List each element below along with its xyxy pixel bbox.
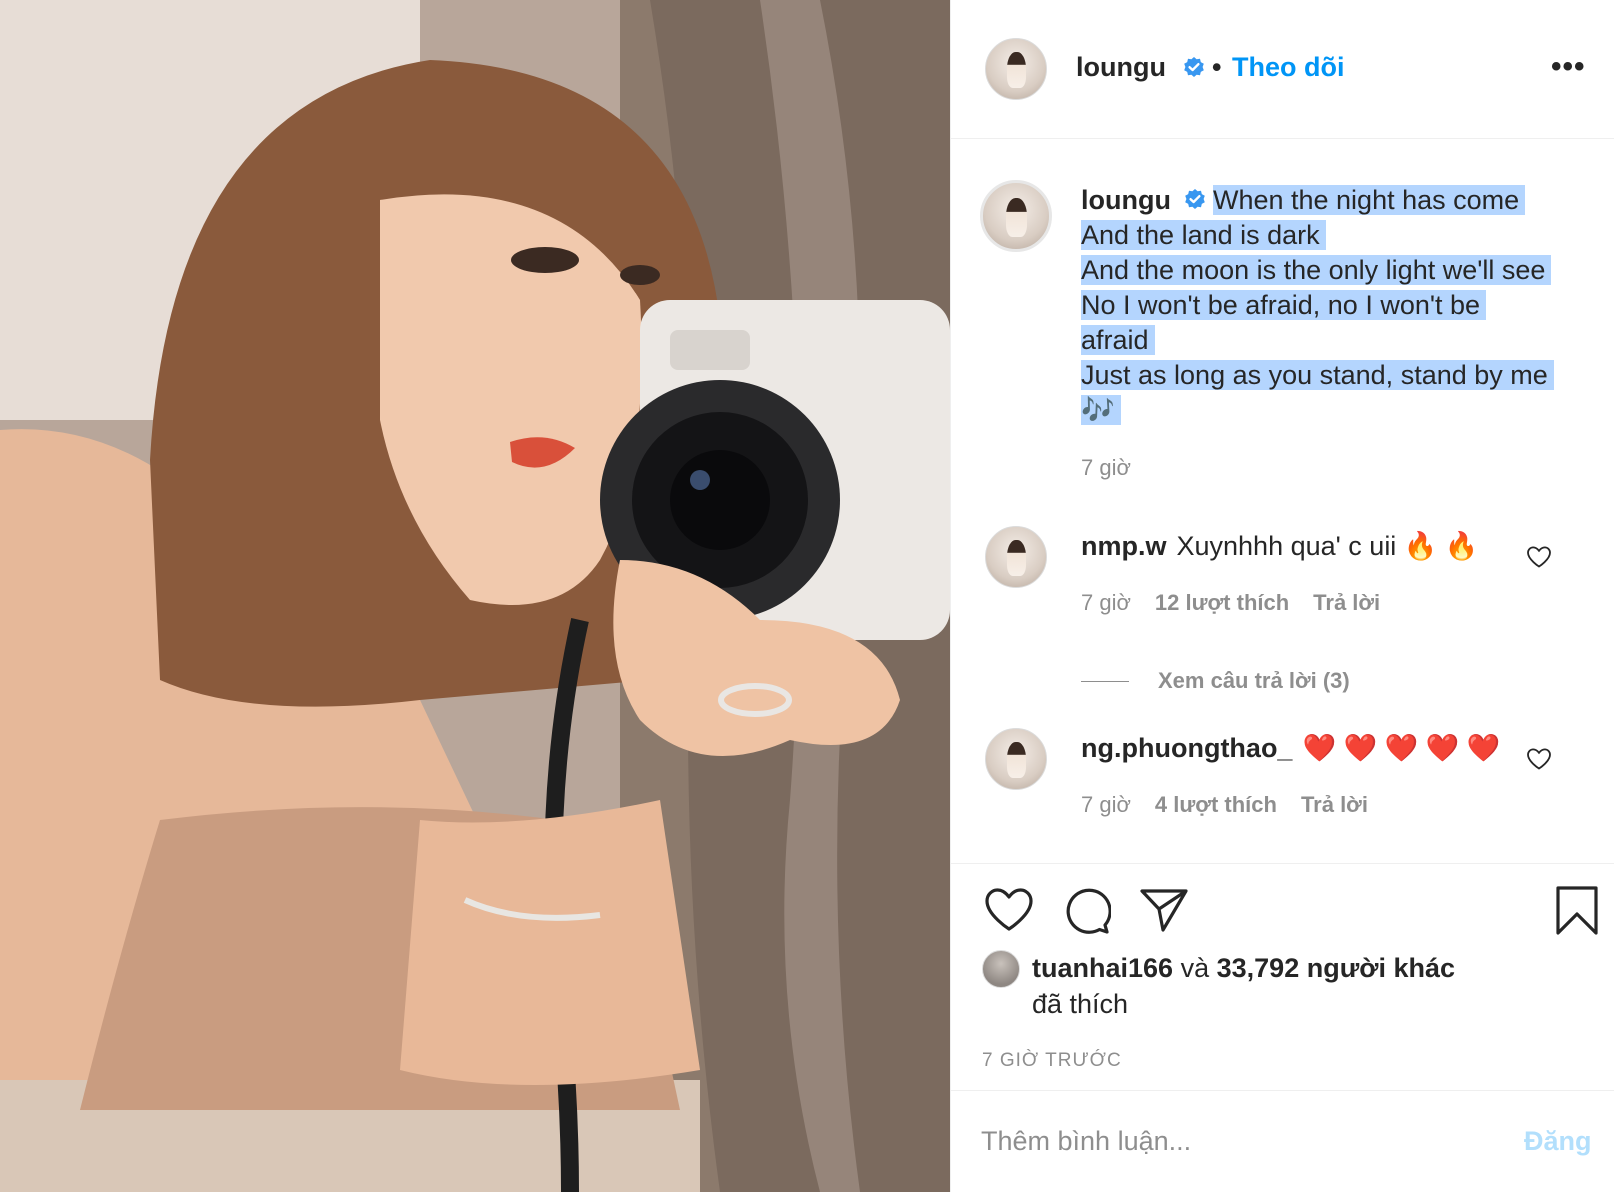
add-comment-input[interactable]: Thêm bình luận... (981, 1126, 1191, 1157)
caption-line: 🎶 (1081, 395, 1121, 425)
comment-reply-button[interactable]: Trả lời (1301, 792, 1368, 817)
comment-meta: 7 giờ 4 lượt thích Trả lời (1081, 792, 1368, 818)
post-photo[interactable] (0, 0, 950, 1192)
post-timestamp[interactable]: 7 GIỜ TRƯỚC (982, 1050, 1122, 1072)
share-icon[interactable] (1139, 887, 1189, 933)
post-comment-button[interactable]: Đăng (1524, 1126, 1592, 1157)
caption-line: And the moon is the only light we'll see (1081, 255, 1552, 285)
caption-line: No I won't be afraid, no I won't be (1081, 290, 1487, 320)
first-liker-username[interactable]: tuanhai166 (1032, 953, 1173, 983)
caption-author-avatar[interactable] (980, 180, 1052, 252)
liker-avatar[interactable] (982, 950, 1020, 988)
replies-divider (1081, 681, 1129, 682)
verified-badge-icon (1185, 189, 1205, 209)
post-photo-illustration (0, 0, 950, 1192)
comment-body: ❤️ ❤️ ❤️ ❤️ ❤️ (1302, 733, 1501, 763)
likes-summary: tuanhai166 và 33,792 người khác đã thích (1032, 950, 1572, 1022)
bookmark-icon[interactable] (1554, 885, 1600, 937)
add-comment-divider (951, 1090, 1614, 1091)
caption-username[interactable]: loungu (1081, 185, 1171, 215)
comment-avatar[interactable] (985, 728, 1047, 790)
view-replies-button[interactable]: Xem câu trả lời (3) (1158, 668, 1350, 694)
post-header: loungu • Theo dõi ••• (951, 0, 1614, 139)
caption-text: loungu When the night has come And the la… (1081, 183, 1596, 428)
actions-divider (951, 863, 1614, 864)
comment-like-heart-icon[interactable] (1526, 545, 1552, 569)
comment-icon[interactable] (1061, 885, 1111, 935)
comment-like-heart-icon[interactable] (1526, 747, 1552, 771)
caption-line: afraid (1081, 325, 1155, 355)
likes-suffix: đã thích (1032, 989, 1129, 1019)
comment-body: Xuynhhh qua' c uii 🔥 🔥 (1176, 531, 1479, 561)
caption-line: Just as long as you stand, stand by me (1081, 360, 1554, 390)
comment-time[interactable]: 7 giờ (1081, 792, 1131, 817)
comment-time[interactable]: 7 giờ (1081, 590, 1131, 615)
comment-username[interactable]: ng.phuongthao_ (1081, 733, 1292, 763)
caption-line: And the land is dark (1081, 220, 1326, 250)
verified-badge-icon (1184, 57, 1204, 77)
comment-text: nmp.w Xuynhhh qua' c uii 🔥 🔥 (1081, 530, 1479, 562)
post-side-panel: loungu • Theo dõi ••• loungu When the nig… (951, 0, 1614, 1192)
likes-others-count[interactable]: 33,792 người khác (1217, 953, 1455, 983)
comment-username[interactable]: nmp.w (1081, 531, 1167, 561)
heart-icon[interactable] (984, 887, 1034, 933)
comment-meta: 7 giờ 12 lượt thích Trả lời (1081, 590, 1380, 616)
follow-button[interactable]: Theo dõi (1232, 52, 1344, 83)
author-username[interactable]: loungu (1076, 52, 1166, 83)
author-avatar[interactable] (985, 38, 1047, 100)
comment-reply-button[interactable]: Trả lời (1313, 590, 1380, 615)
comment-avatar[interactable] (985, 526, 1047, 588)
likes-and: và (1180, 953, 1210, 983)
caption-timestamp[interactable]: 7 giờ (1081, 455, 1131, 481)
comment-likes-count[interactable]: 12 lượt thích (1155, 590, 1289, 615)
comment-likes-count[interactable]: 4 lượt thích (1155, 792, 1277, 817)
header-separator: • (1212, 52, 1222, 82)
comment-text: ng.phuongthao_ ❤️ ❤️ ❤️ ❤️ ❤️ (1081, 732, 1501, 764)
more-options-icon[interactable]: ••• (1551, 50, 1586, 84)
caption-line: When the night has come (1212, 185, 1526, 215)
